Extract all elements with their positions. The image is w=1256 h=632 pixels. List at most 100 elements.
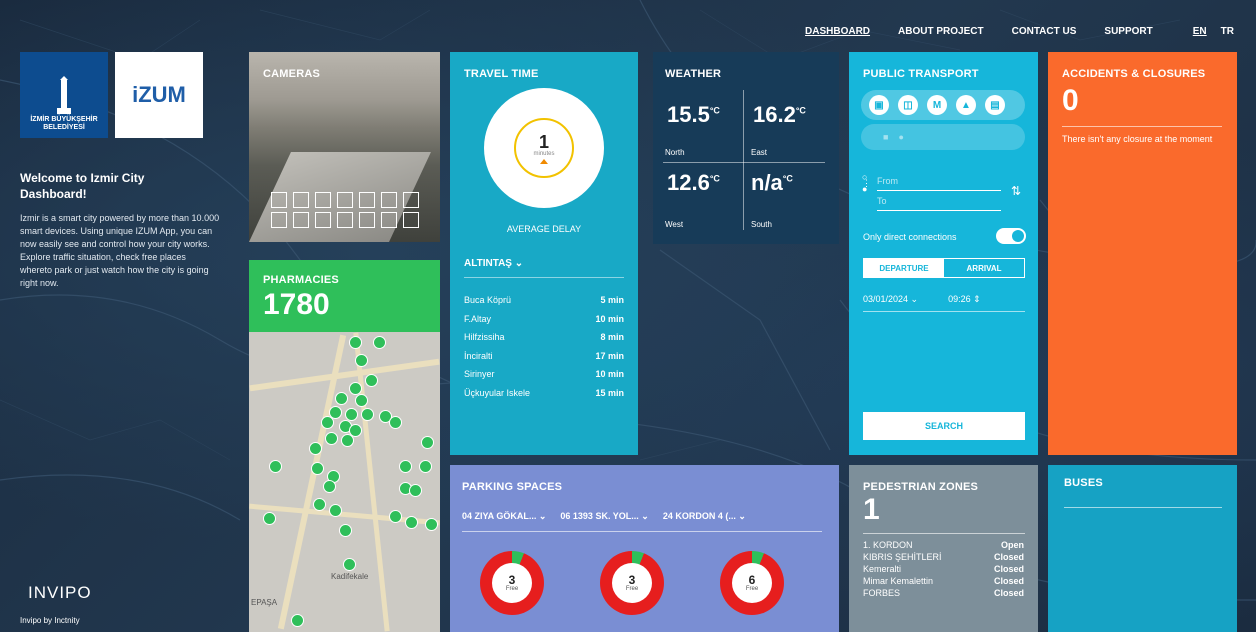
camera-thumb[interactable] (337, 192, 353, 208)
route-time: 10 min (595, 369, 624, 379)
pharmacy-pin-icon[interactable] (361, 408, 374, 421)
route-time: 15 min (595, 387, 624, 398)
from-field[interactable]: From (877, 176, 1001, 191)
pharmacy-pin-icon[interactable] (323, 480, 336, 493)
camera-thumb[interactable] (271, 212, 287, 228)
camera-thumb[interactable] (381, 192, 397, 208)
pharmacy-pin-icon[interactable] (389, 416, 402, 429)
accidents-panel[interactable]: ACCIDENTS & CLOSURES 0 There isn't any c… (1048, 52, 1237, 455)
pharmacy-pin-icon[interactable] (399, 460, 412, 473)
parking-selector[interactable]: 04 ZIYA GÖKAL... ⌄ (462, 511, 546, 522)
pharmacy-pin-icon[interactable] (421, 436, 434, 449)
buses-panel[interactable]: BUSES (1048, 465, 1237, 632)
tab-departure[interactable]: DEPARTURE (864, 259, 944, 277)
direct-connections-toggle[interactable] (996, 228, 1026, 244)
parking-selector[interactable]: 06 1393 SK. YOL... ⌄ (560, 511, 648, 522)
izmir-municipality-logo: İZMİR BÜYÜKŞEHİR BELEDİYESİ (20, 52, 108, 138)
camera-thumb[interactable] (403, 192, 419, 208)
pharmacy-pin-icon[interactable] (269, 460, 282, 473)
parking-panel[interactable]: PARKING SPACES 04 ZIYA GÖKAL... ⌄ 06 139… (450, 465, 839, 632)
pharmacy-pin-icon[interactable] (355, 354, 368, 367)
bus-icon[interactable]: ▣ (869, 95, 889, 115)
pharmacy-pin-icon[interactable] (355, 394, 368, 407)
train-icon[interactable]: ▤ (985, 95, 1005, 115)
metro-icon[interactable]: M (927, 95, 947, 115)
parking-selector[interactable]: 24 KORDON 4 (... ⌄ (663, 511, 746, 522)
list-item: Üçkuyular Iskele 15 min (464, 388, 624, 407)
pharmacy-pin-icon[interactable] (405, 516, 418, 529)
municipality-logo-text: İZMİR BÜYÜKŞEHİR BELEDİYESİ (30, 116, 98, 131)
pharmacy-pin-icon[interactable] (311, 462, 324, 475)
route-name: Üçkuyular Iskele (464, 387, 531, 398)
nav-contact-us[interactable]: CONTACT US (1012, 26, 1077, 37)
lang-en[interactable]: EN (1193, 26, 1207, 37)
pharmacies-map[interactable]: Kadifekale EPAŞA (249, 332, 440, 632)
camera-thumb[interactable] (337, 212, 353, 228)
transport-mode-selector-secondary: ■ ● (861, 124, 1025, 150)
pharmacy-pin-icon[interactable] (373, 336, 386, 349)
accidents-message: There isn't any closure at the moment (1062, 134, 1213, 144)
language-switcher: EN TR (1193, 26, 1234, 37)
invipo-caption: Invipo by Inctnity (20, 616, 80, 625)
pharmacy-pin-icon[interactable] (309, 442, 322, 455)
travel-time-panel[interactable]: TRAVEL TIME 1 minutes AVERAGE DELAY ALTI… (450, 52, 638, 455)
pharmacy-pin-icon[interactable] (389, 510, 402, 523)
pharmacy-pin-icon[interactable] (339, 524, 352, 537)
weather-panel[interactable]: WEATHER 15.5°C 16.2°C North East 12.6°C … (653, 52, 839, 244)
pharmacy-pin-icon[interactable] (313, 498, 326, 511)
pharmacy-pin-icon[interactable] (291, 614, 304, 627)
parking-donut: 3 Free (600, 551, 664, 615)
pharmacy-pin-icon[interactable] (425, 518, 438, 531)
cameras-panel[interactable]: CAMERAS (249, 52, 440, 242)
ferry-icon[interactable]: ▲ (956, 95, 976, 115)
nav-dashboard[interactable]: DASHBOARD (805, 26, 870, 37)
zone-status: Closed (993, 588, 1024, 598)
search-button[interactable]: SEARCH (863, 412, 1025, 440)
pharmacy-pin-icon[interactable] (409, 484, 422, 497)
time-picker[interactable]: 09:26 ⇕ (948, 294, 981, 305)
pharmacy-pin-icon[interactable] (365, 374, 378, 387)
camera-thumb[interactable] (359, 192, 375, 208)
list-item: Hilfzissiha 8 min (464, 332, 624, 351)
pharmacy-pin-icon[interactable] (345, 408, 358, 421)
parking-free-label: Free (505, 586, 519, 592)
pharmacy-pin-icon[interactable] (349, 336, 362, 349)
pharmacy-pin-icon[interactable] (343, 558, 356, 571)
travel-time-list: Buca Köprü 5 min F.Altay 10 min Hilfzissih… (464, 295, 624, 406)
date-picker[interactable]: 03/01/2024 ⌄ (863, 294, 918, 305)
to-field[interactable]: To (877, 196, 1001, 211)
zone-status: Closed (993, 552, 1024, 562)
nav-about-project[interactable]: ABOUT PROJECT (898, 26, 984, 37)
camera-thumb[interactable] (403, 212, 419, 228)
car-icon[interactable]: ■ (883, 132, 888, 142)
tab-arrival[interactable]: ARRIVAL (944, 259, 1024, 277)
walk-icon[interactable]: ● (898, 132, 903, 142)
weather-west-label: West (665, 220, 684, 229)
camera-thumb[interactable] (315, 212, 331, 228)
pedestrian-zones-panel[interactable]: PEDESTRIAN ZONES 1 1. KORDON Open KIBRIS … (849, 465, 1038, 632)
lang-tr[interactable]: TR (1221, 26, 1234, 37)
pharmacies-panel[interactable]: PHARMACIES 1780 (249, 260, 440, 332)
welcome-text: Izmir is a smart city powered by more th… (20, 213, 220, 288)
camera-thumb[interactable] (381, 212, 397, 228)
tram-icon[interactable]: ◫ (898, 95, 918, 115)
cameras-title: CAMERAS (263, 68, 321, 80)
camera-thumb[interactable] (315, 192, 331, 208)
travel-route-selector[interactable]: ALTINTAŞ ⌄ (464, 258, 624, 278)
pharmacy-pin-icon[interactable] (335, 392, 348, 405)
pharmacy-pin-icon[interactable] (321, 416, 334, 429)
camera-thumb[interactable] (271, 192, 287, 208)
pharmacy-pin-icon[interactable] (329, 504, 342, 517)
camera-thumb[interactable] (359, 212, 375, 228)
pharmacy-pin-icon[interactable] (263, 512, 276, 525)
welcome-title: Welcome to Izmir City Dashboard! (20, 171, 145, 201)
swap-icon[interactable]: ⇅ (1011, 184, 1021, 198)
camera-thumb[interactable] (293, 212, 309, 228)
camera-thumb[interactable] (293, 192, 309, 208)
public-transport-panel[interactable]: PUBLIC TRANSPORT ▣ ◫ M ▲ ▤ ■ ● ○ ⋮ ● From … (849, 52, 1038, 455)
nav-support[interactable]: SUPPORT (1104, 26, 1152, 37)
pharmacy-pin-icon[interactable] (419, 460, 432, 473)
pharmacy-pin-icon[interactable] (325, 432, 338, 445)
pharmacy-pin-icon[interactable] (341, 434, 354, 447)
trend-up-icon (540, 158, 548, 164)
